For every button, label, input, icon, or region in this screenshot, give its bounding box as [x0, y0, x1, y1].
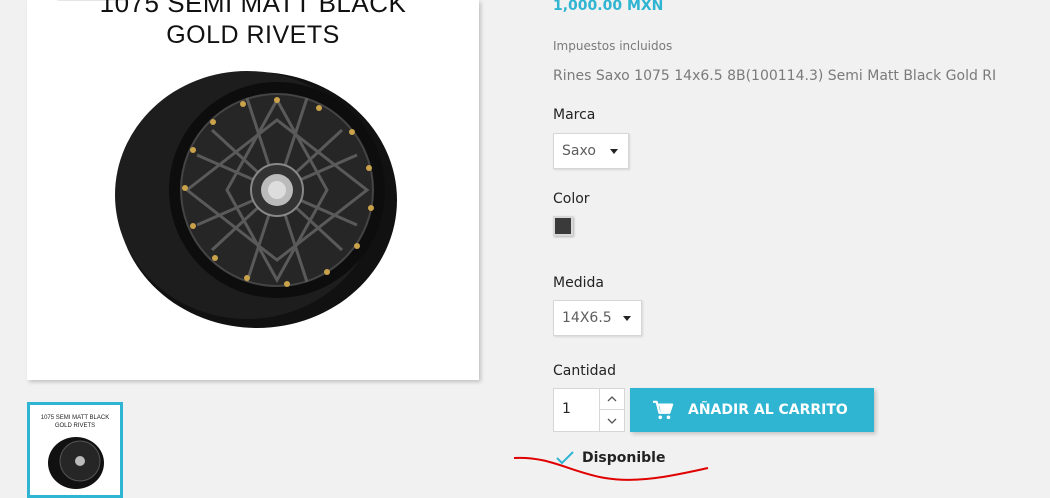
shopping-cart-icon — [652, 400, 674, 420]
availability-status: Disponible — [556, 450, 665, 466]
size-label: Medida — [553, 275, 604, 291]
product-description: Rines Saxo 1075 14x6.5 8B(100114.3) Semi… — [553, 68, 997, 84]
thumbnail-caption-line2: GOLD RIVETS — [54, 423, 96, 429]
quantity-input[interactable]: 1 — [562, 401, 571, 417]
brand-label: Marca — [553, 107, 596, 123]
product-main-image[interactable]: 1075 SEMI MATT BLACK GOLD RIVETS — [27, 0, 479, 380]
quantity-stepper[interactable]: 1 — [553, 388, 625, 432]
add-to-cart-button[interactable]: AÑADIR AL CARRITO — [630, 388, 874, 432]
tax-note: Impuestos incluidos — [553, 39, 673, 53]
wheel-picture — [115, 71, 397, 328]
quantity-label: Cantidad — [553, 363, 616, 379]
color-swatch-black[interactable] — [553, 216, 573, 236]
size-select-value: 14X6.5 — [562, 310, 612, 326]
thumbnail-caption-line1: 1075 SEMI MATT BLACK — [40, 415, 110, 421]
caret-down-icon — [623, 316, 631, 321]
add-to-cart-label: AÑADIR AL CARRITO — [688, 402, 848, 418]
quantity-buttons — [599, 389, 624, 431]
caret-down-icon — [610, 149, 618, 154]
brand-select-value: Saxo — [562, 143, 596, 159]
color-label: Color — [553, 191, 590, 207]
chevron-up-icon[interactable] — [600, 389, 624, 410]
brand-select[interactable]: Saxo — [553, 133, 629, 169]
chevron-down-icon[interactable] — [600, 410, 624, 431]
image-caption-line1: 1075 SEMI MATT BLACK — [99, 0, 407, 18]
availability-label: Disponible — [582, 450, 666, 466]
product-thumbnail[interactable]: 1075 SEMI MATT BLACK GOLD RIVETS — [27, 402, 123, 498]
size-select[interactable]: 14X6.5 — [553, 300, 642, 336]
product-price: 1,000.00 MXN — [553, 0, 664, 14]
image-caption-line2: GOLD RIVETS — [166, 21, 340, 49]
check-icon — [556, 451, 574, 465]
thumbnail-wheel-picture — [48, 437, 104, 489]
